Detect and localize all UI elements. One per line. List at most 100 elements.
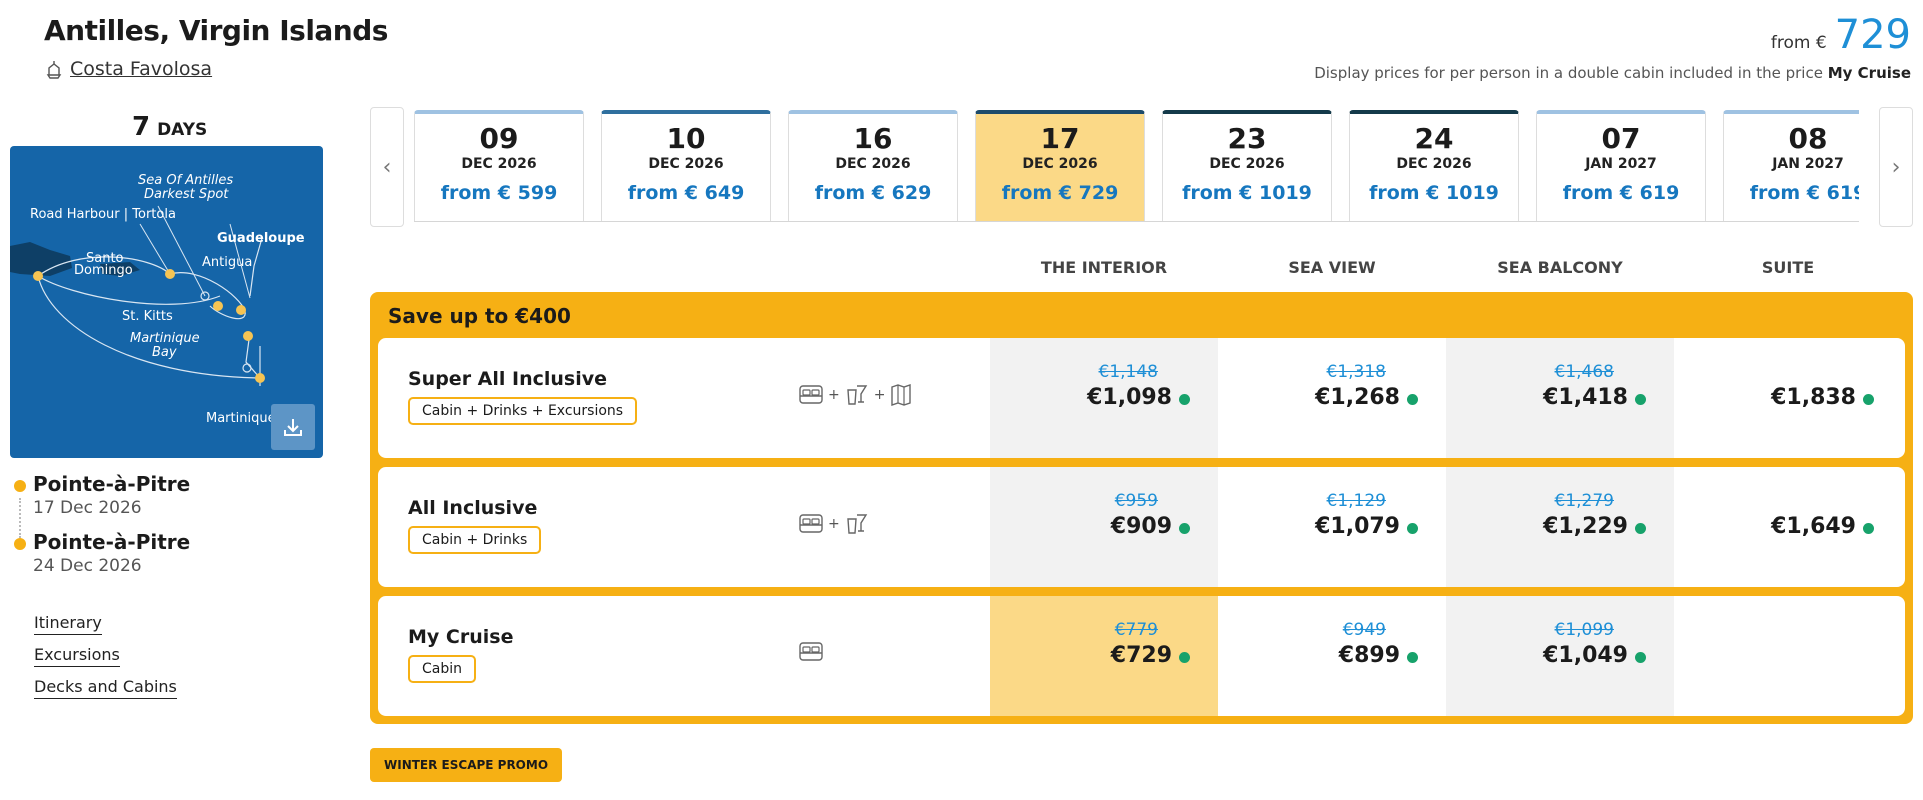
availability-dot xyxy=(1863,394,1874,405)
link-itinerary[interactable]: Itinerary xyxy=(34,613,102,635)
col-head-interior: THE INTERIOR xyxy=(1040,258,1168,277)
price-cell-sea-view[interactable]: €1,129 €1,079 xyxy=(1218,467,1446,587)
disembark-port: Pointe-à-Pitre 24 Dec 2026 xyxy=(14,530,190,576)
package-row-my-cruise: My Cruise Cabin €779 €729 €949 €899 €1,0… xyxy=(378,596,1905,716)
map-label-guadeloupe: Guadeloupe xyxy=(217,231,305,246)
map-label-bay: Bay xyxy=(152,345,177,360)
package-icons: + xyxy=(798,511,870,537)
price-cell-sea-balcony[interactable]: €1,279 €1,229 xyxy=(1446,467,1674,587)
package-name: All Inclusive xyxy=(408,497,538,519)
date-month: DEC 2026 xyxy=(1209,156,1285,172)
new-price: €1,418 xyxy=(1543,385,1628,410)
promo-badge[interactable]: WINTER ESCAPE PROMO xyxy=(370,748,563,782)
price-cell-suite-empty xyxy=(1674,596,1902,716)
date-card[interactable]: 07 JAN 2027 from € 619 xyxy=(1536,110,1706,222)
map-label-domingo: Domingo xyxy=(74,263,133,278)
price-from-amount: 729 xyxy=(1834,12,1911,58)
package-name: My Cruise xyxy=(408,626,514,648)
date-month: JAN 2027 xyxy=(1585,156,1657,172)
map-label-st-kitts: St. Kitts xyxy=(122,309,173,324)
embark-dot xyxy=(14,480,26,492)
price-cell-interior[interactable]: €959 €909 xyxy=(990,467,1218,587)
promo-title: Save up to €400 xyxy=(388,304,571,328)
disembark-dot xyxy=(14,538,26,550)
ship-link[interactable]: Costa Favolosa xyxy=(44,58,212,80)
date-month: DEC 2026 xyxy=(461,156,537,172)
date-month: JAN 2027 xyxy=(1772,156,1844,172)
date-price: from € 599 xyxy=(440,182,558,204)
old-price: €1,099 xyxy=(1554,620,1614,640)
date-card[interactable]: 23 DEC 2026 from € 1019 xyxy=(1162,110,1332,222)
bed-icon xyxy=(799,514,823,533)
price-from-label: from € xyxy=(1770,33,1827,53)
date-month: DEC 2026 xyxy=(1022,156,1098,172)
chevron-right-icon: › xyxy=(1891,154,1901,180)
price-cell-sea-balcony[interactable]: €1,468 €1,418 xyxy=(1446,338,1674,458)
date-month: DEC 2026 xyxy=(648,156,724,172)
plus-sign: + xyxy=(828,516,840,532)
col-head-sea-balcony: SEA BALCONY xyxy=(1497,258,1623,277)
embark-date: 17 Dec 2026 xyxy=(33,498,142,518)
date-month: DEC 2026 xyxy=(835,156,911,172)
old-price: €1,279 xyxy=(1554,491,1614,511)
availability-dot xyxy=(1179,652,1190,663)
date-day: 08 xyxy=(1788,122,1828,155)
plus-sign: + xyxy=(828,387,840,403)
col-head-suite: SUITE xyxy=(1761,258,1815,277)
chevron-left-icon: ‹ xyxy=(382,154,392,180)
price-cell-interior[interactable]: €1,148 €1,098 xyxy=(990,338,1218,458)
link-excursions[interactable]: Excursions xyxy=(34,645,120,667)
availability-dot xyxy=(1635,523,1646,534)
new-price: €1,838 xyxy=(1771,385,1856,410)
dates-prev-button[interactable]: ‹ xyxy=(370,107,404,227)
map-label-martinique: Martinique xyxy=(206,411,276,426)
old-price: €779 xyxy=(1114,620,1158,640)
new-price: €1,098 xyxy=(1087,385,1172,410)
availability-dot xyxy=(1635,652,1646,663)
disembark-date: 24 Dec 2026 xyxy=(33,556,142,576)
link-decks-and-cabins[interactable]: Decks and Cabins xyxy=(34,677,177,699)
price-cell-suite[interactable]: €1,838 xyxy=(1674,338,1902,458)
duration-label: DAYS xyxy=(157,120,208,140)
availability-dot xyxy=(1635,394,1646,405)
date-selector: ‹ 09 DEC 2026 from € 599 10 DEC 2026 fro… xyxy=(370,107,1913,227)
ship-name[interactable]: Costa Favolosa xyxy=(70,58,212,80)
date-card[interactable]: 17 DEC 2026 from € 729 xyxy=(975,110,1145,222)
price-cell-suite[interactable]: €1,649 xyxy=(1674,467,1902,587)
disclaimer-package: My Cruise xyxy=(1827,64,1911,82)
date-day: 10 xyxy=(666,122,706,155)
date-strip: 09 DEC 2026 from € 599 10 DEC 2026 from … xyxy=(414,110,1859,222)
col-head-sea-view: SEA VIEW xyxy=(1288,258,1376,277)
cruise-title: Antilles, Virgin Islands xyxy=(44,14,388,47)
date-card[interactable]: 09 DEC 2026 from € 599 xyxy=(414,110,584,222)
dates-next-button[interactable]: › xyxy=(1879,107,1913,227)
map-download-button[interactable] xyxy=(271,404,315,450)
package-tag: Cabin + Drinks + Excursions xyxy=(408,397,638,425)
date-day: 24 xyxy=(1414,122,1454,155)
price-cell-sea-view[interactable]: €1,318 €1,268 xyxy=(1218,338,1446,458)
date-card[interactable]: 16 DEC 2026 from € 629 xyxy=(788,110,958,222)
duration-number: 7 xyxy=(132,112,151,142)
promo-box: Save up to €400 Super All Inclusive Cabi… xyxy=(370,292,1913,724)
map-icon xyxy=(891,384,912,406)
date-day: 16 xyxy=(853,122,893,155)
availability-dot xyxy=(1863,523,1874,534)
new-price: €1,268 xyxy=(1315,385,1400,410)
embark-port: Pointe-à-Pitre 17 Dec 2026 xyxy=(14,472,190,518)
package-name: Super All Inclusive xyxy=(408,368,608,390)
price-cell-interior-selected[interactable]: €779 €729 xyxy=(990,596,1218,716)
date-card[interactable]: 10 DEC 2026 from € 649 xyxy=(601,110,771,222)
price-cell-sea-balcony[interactable]: €1,099 €1,049 xyxy=(1446,596,1674,716)
cabin-column-headers: THE INTERIOR SEA VIEW SEA BALCONY SUITE xyxy=(990,258,1910,282)
date-day: 09 xyxy=(479,122,519,155)
price-cell-sea-view[interactable]: €949 €899 xyxy=(1218,596,1446,716)
map-label-antigua: Antigua xyxy=(202,255,253,270)
date-price: from € 649 xyxy=(627,182,745,204)
map-label-darkest-spot: Darkest Spot xyxy=(144,187,229,202)
date-card[interactable]: 08 JAN 2027 from € 619 xyxy=(1723,110,1859,222)
disclaimer-text: Display prices for per person in a doubl… xyxy=(1314,64,1823,82)
date-card[interactable]: 24 DEC 2026 from € 1019 xyxy=(1349,110,1519,222)
date-day: 07 xyxy=(1601,122,1641,155)
new-price: €909 xyxy=(1110,514,1172,539)
new-price: €899 xyxy=(1338,643,1400,668)
